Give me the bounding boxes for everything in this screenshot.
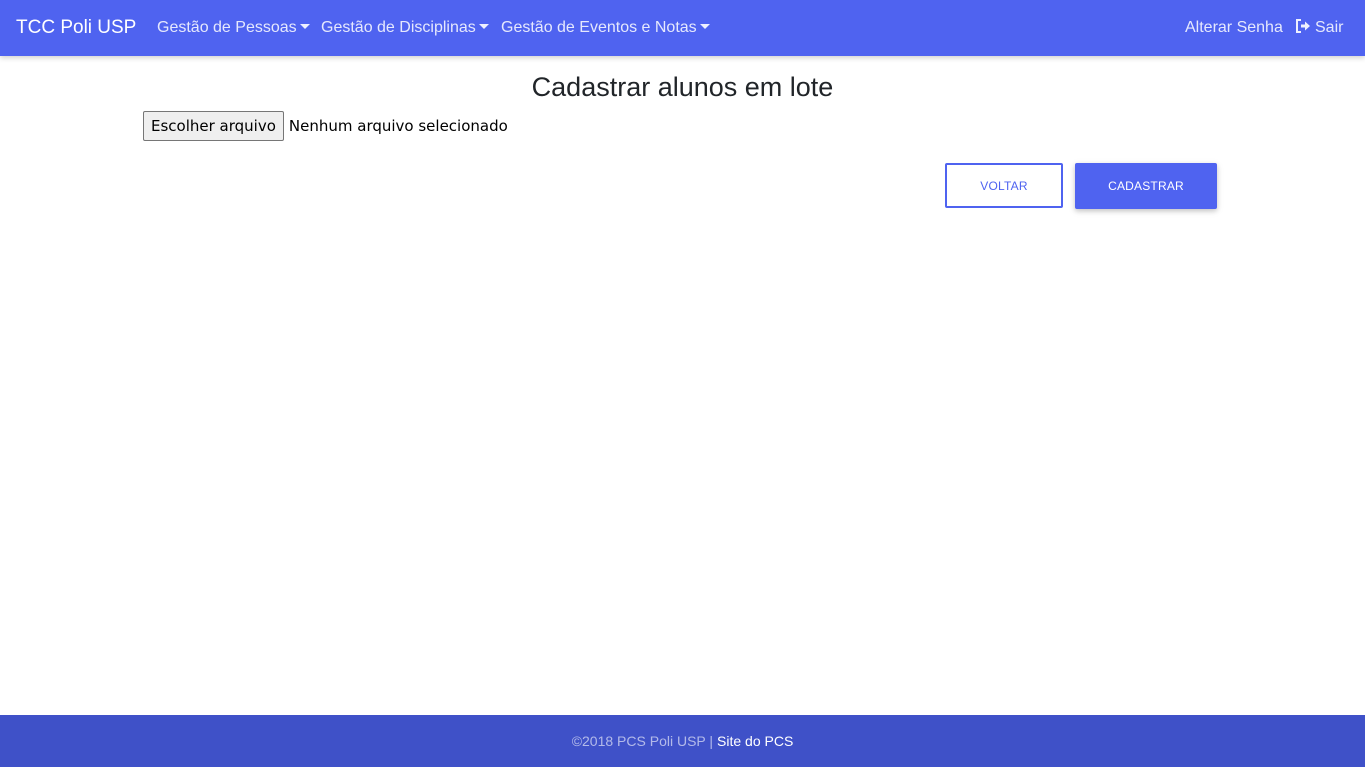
menu-gestao-eventos-notas[interactable]: Gestão de Eventos e Notas (501, 17, 710, 39)
footer-site-link[interactable]: Site do PCS (717, 733, 793, 749)
menu-label: Gestão de Pessoas (157, 19, 297, 36)
back-button[interactable]: Voltar (945, 163, 1063, 208)
sign-out-icon (1296, 19, 1310, 33)
file-status-text: Nenhum arquivo selecionado (288, 117, 508, 135)
caret-down-icon (478, 24, 489, 29)
change-password-link[interactable]: Alterar Senha (1185, 17, 1283, 39)
menu-gestao-pessoas[interactable]: Gestão de Pessoas (157, 17, 310, 39)
page-title: Cadastrar alunos em lote (531, 72, 834, 102)
menu-label: Gestão de Disciplinas (321, 19, 476, 36)
caret-down-icon (299, 24, 310, 29)
file-input: Escolher arquivo Nenhum arquivo selecion… (143, 111, 508, 141)
top-navbar: TCC Poli USP Gestão de Pessoas Gestão de… (0, 0, 1365, 56)
footer-copyright: ©2018 PCS Poli USP | (571, 733, 714, 749)
caret-down-icon (699, 24, 710, 29)
menu-gestao-disciplinas[interactable]: Gestão de Disciplinas (321, 17, 489, 39)
footer: ©2018 PCS Poli USP | Site do PCS (0, 715, 1365, 767)
submit-button[interactable]: Cadastrar (1075, 163, 1217, 209)
choose-file-button[interactable]: Escolher arquivo (143, 111, 284, 141)
menu-label: Gestão de Eventos e Notas (501, 19, 697, 36)
signout-label: Sair (1315, 19, 1344, 36)
brand-link[interactable]: TCC Poli USP (16, 15, 136, 41)
signout-link[interactable]: Sair (1295, 17, 1343, 39)
